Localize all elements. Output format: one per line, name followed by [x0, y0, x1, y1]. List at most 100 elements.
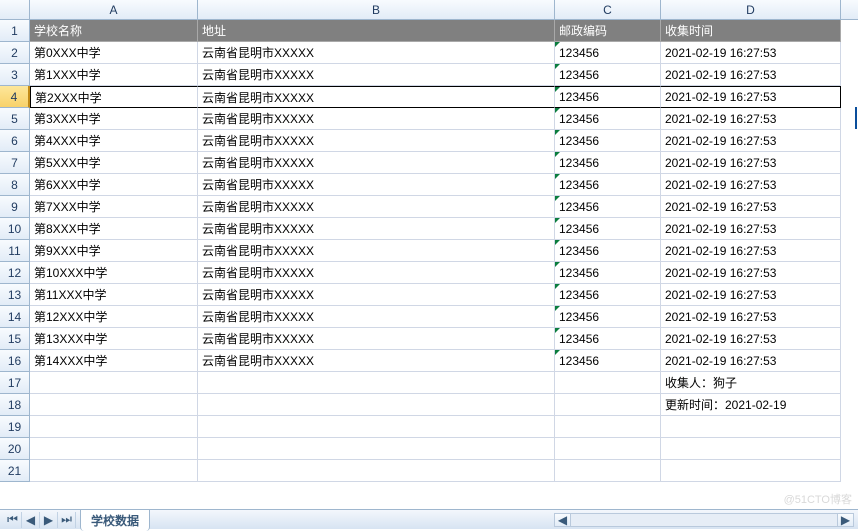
cell-B[interactable]: 云南省昆明市XXXXX	[198, 284, 555, 306]
cell-B[interactable]: 云南省昆明市XXXXX	[198, 196, 555, 218]
cell-B[interactable]: 云南省昆明市XXXXX	[198, 328, 555, 350]
row-header[interactable]: 19	[0, 416, 30, 438]
cell-B[interactable]: 地址	[198, 20, 555, 42]
cell-D[interactable]: 收集时间	[661, 20, 841, 42]
cell-D[interactable]: 2021-02-19 16:27:53	[661, 152, 841, 174]
cell-D[interactable]: 2021-02-19 16:27:53	[661, 86, 841, 108]
row-header[interactable]: 4	[0, 86, 30, 108]
cell-D[interactable]: 2021-02-19 16:27:53	[661, 262, 841, 284]
cell-B[interactable]: 云南省昆明市XXXXX	[198, 108, 555, 130]
cell-C[interactable]: 123456	[555, 218, 661, 240]
cell-D[interactable]	[661, 438, 841, 460]
cell-D[interactable]: 2021-02-19 16:27:53	[661, 174, 841, 196]
sheet-tab[interactable]: 学校数据	[80, 509, 150, 531]
cell-B[interactable]: 云南省昆明市XXXXX	[198, 262, 555, 284]
column-header-C[interactable]: C	[555, 0, 661, 19]
cell-C[interactable]: 123456	[555, 240, 661, 262]
cell-C[interactable]: 123456	[555, 350, 661, 372]
cell-A[interactable]: 第4XXX中学	[30, 130, 198, 152]
cell-A[interactable]: 学校名称	[30, 20, 198, 42]
cell-A[interactable]: 第9XXX中学	[30, 240, 198, 262]
row-header[interactable]: 16	[0, 350, 30, 372]
row-header[interactable]: 20	[0, 438, 30, 460]
cell-B[interactable]: 云南省昆明市XXXXX	[198, 42, 555, 64]
cell-D[interactable]: 2021-02-19 16:27:53	[661, 328, 841, 350]
cell-B[interactable]: 云南省昆明市XXXXX	[198, 86, 555, 108]
cell-C[interactable]: 123456	[555, 284, 661, 306]
cell-C[interactable]	[555, 460, 661, 482]
row-header[interactable]: 14	[0, 306, 30, 328]
cell-B[interactable]	[198, 372, 555, 394]
cell-D[interactable]	[661, 416, 841, 438]
row-header[interactable]: 9	[0, 196, 30, 218]
cell-B[interactable]: 云南省昆明市XXXXX	[198, 306, 555, 328]
cell-D[interactable]: 收集人：狗子	[661, 372, 841, 394]
row-header[interactable]: 6	[0, 130, 30, 152]
cell-B[interactable]: 云南省昆明市XXXXX	[198, 130, 555, 152]
row-header[interactable]: 11	[0, 240, 30, 262]
cell-A[interactable]	[30, 372, 198, 394]
cell-A[interactable]: 第11XXX中学	[30, 284, 198, 306]
cell-B[interactable]	[198, 394, 555, 416]
cell-C[interactable]: 123456	[555, 42, 661, 64]
cell-C[interactable]: 123456	[555, 328, 661, 350]
cell-D[interactable]: 2021-02-19 16:27:53	[661, 284, 841, 306]
select-all-corner[interactable]	[0, 0, 30, 19]
cell-C[interactable]: 123456	[555, 130, 661, 152]
column-header-A[interactable]: A	[30, 0, 198, 19]
cell-A[interactable]: 第2XXX中学	[30, 86, 198, 108]
row-header[interactable]: 2	[0, 42, 30, 64]
cell-A[interactable]: 第10XXX中学	[30, 262, 198, 284]
row-header[interactable]: 15	[0, 328, 30, 350]
nav-next-button[interactable]: ▶	[40, 512, 58, 528]
cell-C[interactable]: 123456	[555, 86, 661, 108]
cell-D[interactable]: 2021-02-19 16:27:53	[661, 42, 841, 64]
row-header[interactable]: 3	[0, 64, 30, 86]
cell-C[interactable]: 123456	[555, 306, 661, 328]
cell-A[interactable]: 第13XXX中学	[30, 328, 198, 350]
cell-D[interactable]: 2021-02-19 16:27:53	[661, 350, 841, 372]
cell-C[interactable]: 123456	[555, 108, 661, 130]
cell-C[interactable]	[555, 372, 661, 394]
cell-A[interactable]: 第14XXX中学	[30, 350, 198, 372]
cell-C[interactable]: 邮政编码	[555, 20, 661, 42]
cell-A[interactable]: 第0XXX中学	[30, 42, 198, 64]
cell-C[interactable]: 123456	[555, 262, 661, 284]
row-header[interactable]: 8	[0, 174, 30, 196]
cell-A[interactable]: 第7XXX中学	[30, 196, 198, 218]
cell-A[interactable]: 第1XXX中学	[30, 64, 198, 86]
cell-A[interactable]: 第5XXX中学	[30, 152, 198, 174]
cell-C[interactable]: 123456	[555, 174, 661, 196]
cell-B[interactable]: 云南省昆明市XXXXX	[198, 64, 555, 86]
cell-B[interactable]: 云南省昆明市XXXXX	[198, 240, 555, 262]
row-header[interactable]: 7	[0, 152, 30, 174]
cell-C[interactable]	[555, 394, 661, 416]
scroll-left-button[interactable]: ◀	[555, 514, 571, 526]
cell-C[interactable]: 123456	[555, 152, 661, 174]
cell-B[interactable]: 云南省昆明市XXXXX	[198, 174, 555, 196]
nav-last-button[interactable]: ⏭	[58, 512, 76, 528]
cell-C[interactable]: 123456	[555, 196, 661, 218]
column-header-B[interactable]: B	[198, 0, 555, 19]
row-header[interactable]: 13	[0, 284, 30, 306]
cell-B[interactable]	[198, 416, 555, 438]
cell-B[interactable]: 云南省昆明市XXXXX	[198, 218, 555, 240]
cell-A[interactable]	[30, 438, 198, 460]
row-header[interactable]: 17	[0, 372, 30, 394]
scroll-right-button[interactable]: ▶	[837, 514, 853, 526]
cell-C[interactable]	[555, 416, 661, 438]
cell-A[interactable]	[30, 460, 198, 482]
cell-D[interactable]: 2021-02-19 16:27:53	[661, 130, 841, 152]
row-header[interactable]: 18	[0, 394, 30, 416]
cell-D[interactable]: 2021-02-19 16:27:53	[661, 218, 841, 240]
cell-D[interactable]: 2021-02-19 16:27:53	[661, 196, 841, 218]
column-header-D[interactable]: D	[661, 0, 841, 19]
nav-first-button[interactable]: ⏮	[4, 512, 22, 528]
cell-A[interactable]	[30, 394, 198, 416]
cell-B[interactable]: 云南省昆明市XXXXX	[198, 350, 555, 372]
cell-D[interactable]: 2021-02-19 16:27:53	[661, 108, 841, 130]
cell-D[interactable]: 2021-02-19 16:27:53	[661, 240, 841, 262]
nav-prev-button[interactable]: ◀	[22, 512, 40, 528]
cell-B[interactable]: 云南省昆明市XXXXX	[198, 152, 555, 174]
cell-B[interactable]	[198, 438, 555, 460]
